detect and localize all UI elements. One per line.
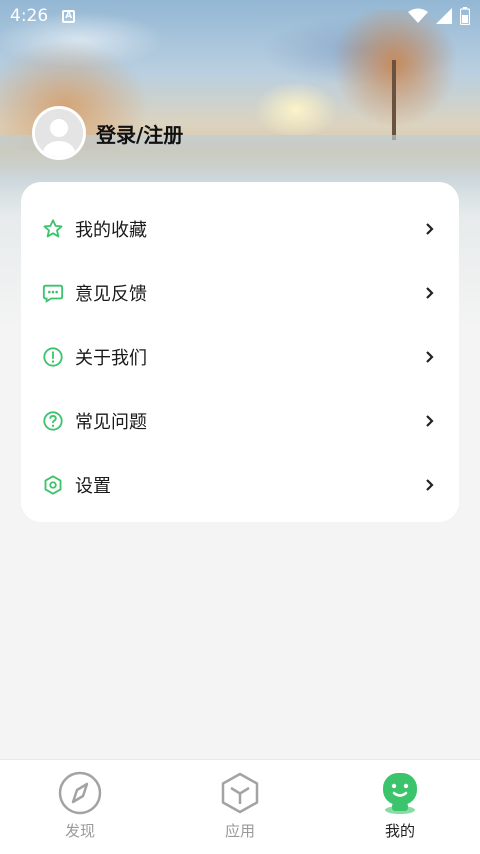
chat-icon <box>41 281 65 305</box>
signal-icon <box>436 8 452 24</box>
profile-area[interactable]: 登录/注册 <box>32 106 183 160</box>
menu-item-label: 常见问题 <box>75 412 147 433</box>
star-icon <box>41 217 65 241</box>
tree-trunk <box>392 60 396 140</box>
status-bar: 4:26 A <box>0 0 480 32</box>
menu-item-faq[interactable]: 常见问题 <box>21 393 459 449</box>
tab-label: 应用 <box>224 822 255 840</box>
question-icon <box>41 409 65 433</box>
tab-discover[interactable]: 发现 <box>0 760 160 854</box>
menu-item-label: 意见反馈 <box>75 284 147 305</box>
login-register-link[interactable]: 登录/注册 <box>96 119 183 148</box>
chevron-right-icon <box>426 351 434 363</box>
mascot-icon <box>383 773 417 814</box>
tab-mine[interactable]: 我的 <box>320 760 480 854</box>
wifi-icon <box>408 8 428 23</box>
notification-a-icon: A <box>62 9 76 23</box>
status-time: 4:26 <box>10 6 49 26</box>
menu-item-label: 关于我们 <box>75 348 147 369</box>
info-icon <box>41 345 65 369</box>
menu-item-feedback[interactable]: 意见反馈 <box>21 265 459 321</box>
default-avatar-icon <box>35 109 83 157</box>
bottom-tab-bar: 发现 应用 我的 <box>0 759 480 854</box>
tab-label: 发现 <box>64 822 95 840</box>
battery-icon <box>460 7 470 25</box>
avatar[interactable] <box>32 106 86 160</box>
menu-item-favorites[interactable]: 我的收藏 <box>21 201 459 257</box>
chevron-right-icon <box>426 287 434 299</box>
cube-icon <box>221 772 259 814</box>
compass-icon <box>58 771 102 815</box>
chevron-right-icon <box>426 223 434 235</box>
menu-item-label: 设置 <box>75 476 111 497</box>
tab-apps[interactable]: 应用 <box>160 760 320 854</box>
chevron-right-icon <box>426 479 434 491</box>
menu-item-settings[interactable]: 设置 <box>21 457 459 513</box>
menu-item-about[interactable]: 关于我们 <box>21 329 459 385</box>
tab-label: 我的 <box>384 822 415 840</box>
menu-item-label: 我的收藏 <box>75 220 147 241</box>
menu-card: 我的收藏 意见反馈 关于我们 常见问题 设置 <box>21 182 459 522</box>
chevron-right-icon <box>426 415 434 427</box>
settings-icon <box>41 473 65 497</box>
